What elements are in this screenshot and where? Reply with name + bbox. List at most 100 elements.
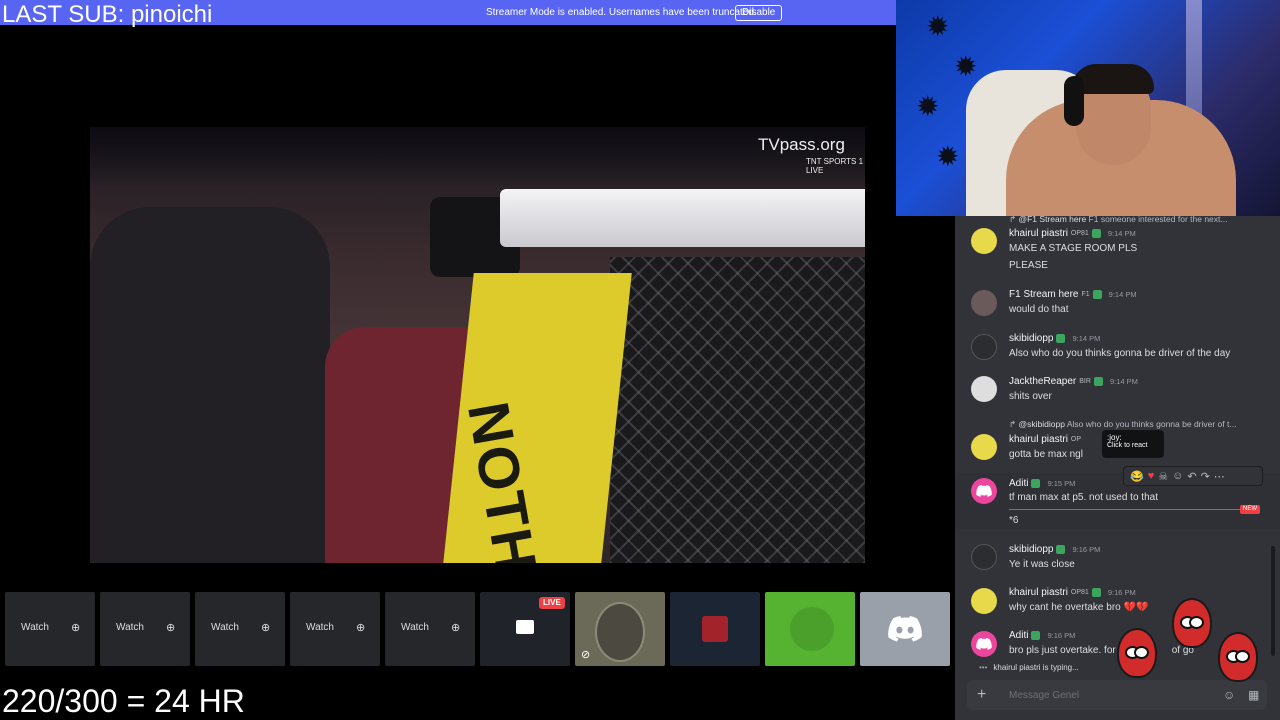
zoom-icon[interactable]: ⊕	[451, 622, 463, 634]
stream-layout: Streamer Mode is enabled. Usernames have…	[0, 0, 1280, 720]
watch-button[interactable]: Watch	[306, 622, 334, 633]
message-header: khairul piastri OP81 9:16 PM	[1009, 587, 1136, 598]
stream-tile[interactable]: Watch ⊕	[100, 592, 190, 666]
watch-button[interactable]: Watch	[21, 622, 49, 633]
avatar[interactable]	[971, 434, 997, 460]
message-text: PLEASE	[1009, 260, 1048, 271]
zoom-icon[interactable]: ⊕	[356, 622, 368, 634]
more-icon[interactable]: ⋯	[1214, 470, 1225, 483]
reply-reference[interactable]: ↱ @skibidiopp Also who do you thinks gon…	[1009, 419, 1236, 430]
message-header: skibidiopp 9:16 PM	[1009, 544, 1100, 555]
avatar[interactable]	[971, 290, 997, 316]
username[interactable]: khairul piastri	[1009, 587, 1068, 598]
gear-decor-icon: ✹	[926, 11, 950, 42]
new-messages-divider	[1009, 509, 1249, 510]
username[interactable]: F1 Stream here	[1009, 289, 1078, 300]
message-header: Aditi 9:15 PM	[1009, 478, 1075, 489]
emoji-icon[interactable]: ☺	[1223, 688, 1235, 702]
reaction-tooltip: :joy: Click to react	[1102, 430, 1164, 458]
message-header: skibidiopp 9:14 PM	[1009, 333, 1100, 344]
add-reaction-icon[interactable]: ☺	[1172, 470, 1183, 482]
webcam-feed: ✹ ✹ ✹ ✹	[896, 0, 1280, 216]
avatar[interactable]	[971, 228, 997, 254]
tooltip-emoji-name: :joy:	[1107, 433, 1122, 442]
joy-reaction-icon[interactable]: 😂	[1130, 470, 1144, 483]
screen-share-icon	[516, 620, 534, 634]
timestamp: 9:16 PM	[1047, 631, 1076, 640]
user-avatar-tile[interactable]	[670, 592, 760, 666]
watch-button[interactable]: Watch	[116, 622, 144, 633]
video-spectator	[90, 207, 330, 563]
timestamp: 9:15 PM	[1047, 479, 1076, 488]
zoom-icon[interactable]: ⊕	[71, 622, 83, 634]
watch-button[interactable]: Watch	[401, 622, 429, 633]
stream-video[interactable]: NOTH TVpass.org TNT SPORTS 1 LIVE	[90, 127, 865, 563]
message-text: *6	[1009, 515, 1019, 526]
webcam-streamer-hair	[1072, 64, 1154, 94]
streamer-mode-message: Streamer Mode is enabled. Usernames have…	[486, 7, 757, 18]
video-channel-bug: TNT SPORTS 1 LIVE	[806, 157, 864, 175]
message-text: bro pls just overtake. for of go	[1009, 645, 1194, 656]
stream-tile[interactable]: Watch ⊕	[290, 592, 380, 666]
timestamp: 9:14 PM	[1108, 290, 1137, 299]
username[interactable]: skibidiopp	[1009, 333, 1053, 344]
forward-icon[interactable]: ↷	[1201, 470, 1210, 483]
timestamp: 9:16 PM	[1072, 545, 1101, 554]
tooltip-hint: Click to react	[1107, 442, 1148, 449]
username[interactable]: khairul piastri	[1009, 434, 1068, 445]
message-composer[interactable]: + Message Genel ☺ ▦	[967, 680, 1267, 710]
plus-icon[interactable]: +	[977, 686, 986, 704]
zoom-icon[interactable]: ⊕	[261, 622, 273, 634]
username[interactable]: Aditi	[1009, 630, 1028, 641]
discord-logo-icon	[976, 485, 992, 497]
avatar[interactable]	[971, 376, 997, 402]
chat-panel: ↱ @F1 Stream here F1 someone interested …	[955, 216, 1280, 720]
username[interactable]: khairul piastri	[1009, 228, 1068, 239]
chat-scrollbar[interactable]	[1271, 546, 1275, 656]
shield-icon	[1091, 588, 1101, 597]
avatar[interactable]	[971, 334, 997, 360]
username[interactable]: skibidiopp	[1009, 544, 1053, 555]
zoom-icon[interactable]: ⊕	[166, 622, 178, 634]
avatar[interactable]	[971, 631, 997, 657]
apps-icon[interactable]: ▦	[1248, 688, 1259, 702]
role-badge: BIR	[1079, 378, 1091, 385]
user-avatar-tile[interactable]	[765, 592, 855, 666]
shield-icon	[1031, 631, 1041, 640]
live-badge: LIVE	[539, 597, 565, 609]
shield-icon	[1056, 334, 1066, 343]
typing-indicator: ••• khairul piastri is typing...	[979, 663, 1079, 672]
heart-reaction-icon[interactable]: ♥	[1148, 470, 1155, 482]
user-avatar-tile[interactable]: ⊘	[575, 592, 665, 666]
spiderman-sticker	[1218, 632, 1258, 682]
stream-tile[interactable]: Watch ⊕	[5, 592, 95, 666]
skull-reaction-icon[interactable]: ☠	[1158, 470, 1168, 483]
reply-icon[interactable]: ↶	[1187, 470, 1196, 483]
discord-logo-icon	[888, 616, 922, 642]
role-badge: OP	[1070, 436, 1082, 443]
username[interactable]: Aditi	[1009, 478, 1028, 489]
headset	[1064, 76, 1084, 126]
message-header: F1 Stream here F1 9:14 PM	[1009, 289, 1137, 300]
role-badge: OP81	[1070, 589, 1089, 596]
message-text: tf man max at p5. not used to that	[1009, 492, 1158, 503]
shield-icon	[1092, 290, 1102, 299]
discord-avatar-tile[interactable]	[860, 592, 950, 666]
disable-streamer-mode-button[interactable]: Disable	[735, 5, 783, 21]
avatar[interactable]	[971, 544, 997, 570]
message-text: shits over	[1009, 391, 1052, 402]
timestamp: 9:14 PM	[1072, 334, 1101, 343]
stream-tile[interactable]: Watch ⊕	[385, 592, 475, 666]
subathon-counter: 220/300 = 24 HR	[2, 683, 245, 719]
reply-reference[interactable]: ↱ @F1 Stream here F1 someone interested …	[1009, 216, 1227, 225]
message-header: khairul piastri OP81 9:14 PM	[1009, 228, 1136, 239]
timestamp: 9:14 PM	[1109, 377, 1138, 386]
live-stream-tile[interactable]: LIVE	[480, 592, 570, 666]
watch-button[interactable]: Watch	[211, 622, 239, 633]
message-header: Aditi 9:16 PM	[1009, 630, 1075, 641]
stream-tile[interactable]: Watch ⊕	[195, 592, 285, 666]
avatar[interactable]	[971, 478, 997, 504]
avatar[interactable]	[971, 588, 997, 614]
username[interactable]: JacktheReaper	[1009, 376, 1076, 387]
message-input[interactable]: Message Genel	[1009, 690, 1079, 701]
